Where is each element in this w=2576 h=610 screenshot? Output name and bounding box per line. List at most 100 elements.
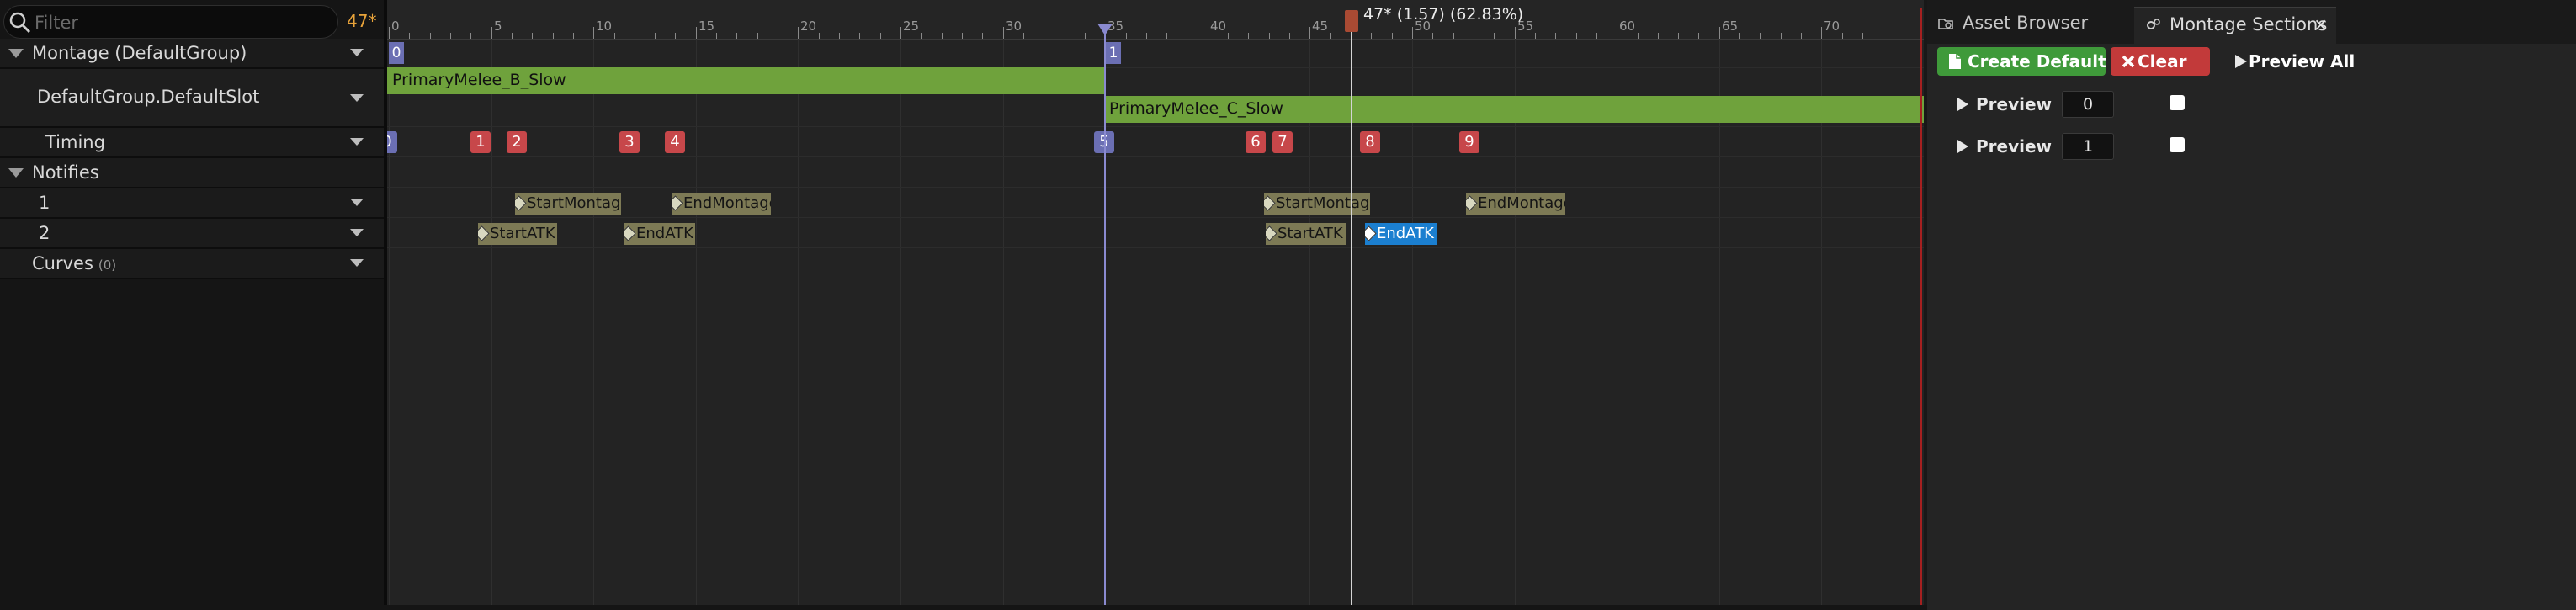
track-label: 2 — [39, 223, 50, 243]
horizontal-scrollbar[interactable] — [0, 605, 1927, 610]
track-notify-1[interactable]: 1 — [0, 188, 384, 219]
ruler-major-tick — [389, 27, 390, 39]
ruler-minor-tick — [1801, 33, 1802, 39]
time-ruler[interactable]: 0 5 10 15 20 25 30 35 40 45 50 55 60 65 70 — [387, 0, 1924, 40]
ruler-minor-tick — [859, 33, 860, 39]
track-notify-2[interactable]: 2 — [0, 219, 384, 249]
dropdown-arrow-icon[interactable] — [350, 229, 364, 236]
section-index-field[interactable]: 0 — [2062, 91, 2114, 118]
timing-marker[interactable]: 1 — [470, 131, 491, 153]
montage-segment[interactable]: PrimaryMelee_B_Slow — [387, 67, 1104, 94]
ruler-minor-tick — [1453, 33, 1454, 39]
section-marker[interactable]: 0 — [389, 42, 404, 64]
row-band — [387, 156, 1924, 188]
ruler-minor-tick — [1760, 33, 1761, 39]
track-montage-group[interactable]: Montage (DefaultGroup) — [0, 39, 384, 69]
track-label: Curves (0) — [32, 253, 116, 273]
dropdown-arrow-icon[interactable] — [350, 49, 364, 56]
ruler-minor-tick — [982, 33, 983, 39]
timing-marker[interactable]: 3 — [619, 131, 640, 153]
notify-end-atk[interactable]: EndATK — [624, 223, 695, 245]
ruler-minor-tick — [1535, 33, 1536, 39]
track-curves[interactable]: Curves (0) — [0, 249, 384, 279]
tab-montage-sections[interactable]: Montage Sections × — [2134, 7, 2336, 44]
timing-marker[interactable]: 7 — [1272, 131, 1293, 153]
notify-start-montage[interactable]: StartMontage — [515, 193, 621, 215]
clear-button[interactable]: Clear — [2111, 47, 2210, 76]
notify-diamond-icon — [478, 225, 490, 241]
ruler-minor-tick — [430, 33, 431, 39]
dropdown-arrow-icon[interactable] — [350, 94, 364, 102]
notify-label: StartATK — [1277, 225, 1343, 242]
timing-marker[interactable]: 6 — [1246, 131, 1266, 153]
notify-label: EndATK — [1377, 225, 1434, 242]
ruler-minor-tick — [1678, 33, 1679, 39]
track-default-slot[interactable]: DefaultGroup.DefaultSlot — [0, 69, 384, 128]
row-band — [387, 126, 1924, 157]
ruler-minor-tick — [655, 33, 656, 39]
playhead-label: 47* (1.57) (62.83%) — [1363, 5, 1524, 24]
playhead-line[interactable] — [1351, 10, 1352, 610]
notify-diamond-icon — [1365, 225, 1377, 241]
ruler-major-tick — [1719, 27, 1720, 39]
track-timing[interactable]: Timing — [0, 128, 384, 158]
tab-asset-browser[interactable]: Asset Browser — [1927, 7, 2131, 44]
ruler-minor-tick — [1023, 33, 1024, 39]
preview-all-button[interactable]: Preview All — [2230, 47, 2355, 76]
ruler-label: 0 — [391, 19, 400, 34]
current-frame-indicator: 47* — [347, 11, 377, 31]
notify-diamond-icon — [624, 225, 636, 241]
preview-button[interactable]: Preview — [1957, 131, 2052, 162]
track-notifies[interactable]: Notifies — [0, 158, 384, 188]
montage-segment[interactable]: PrimaryMelee_C_Slow — [1104, 96, 1924, 123]
notify-start-atk[interactable]: StartATK — [478, 223, 557, 245]
playhead-handle[interactable] — [1345, 10, 1358, 32]
ruler-label: 70 — [1824, 19, 1840, 34]
ruler-major-tick — [1412, 27, 1413, 39]
ruler-minor-tick — [470, 33, 471, 39]
close-tab-icon[interactable]: × — [2313, 8, 2328, 40]
ruler-minor-tick — [757, 33, 758, 39]
ruler-minor-tick — [512, 33, 513, 39]
track-label: 1 — [39, 193, 50, 213]
dropdown-arrow-icon[interactable] — [350, 138, 364, 146]
timing-marker[interactable]: 2 — [507, 131, 527, 153]
play-icon — [1957, 140, 1968, 153]
timing-marker[interactable]: 4 — [665, 131, 685, 153]
ruler-minor-tick — [675, 33, 676, 39]
checkbox-icon[interactable] — [2170, 137, 2185, 152]
collapse-arrow-icon[interactable] — [8, 49, 24, 58]
dropdown-arrow-icon[interactable] — [350, 199, 364, 206]
collapse-arrow-icon[interactable] — [8, 168, 24, 178]
timing-marker[interactable]: 9 — [1459, 131, 1479, 153]
notify-end-montage[interactable]: EndMontage — [672, 193, 771, 215]
ruler-minor-tick — [1638, 33, 1639, 39]
notify-start-atk[interactable]: StartATK — [1266, 223, 1346, 245]
checkbox-icon[interactable] — [2170, 95, 2185, 110]
row-band — [387, 39, 1924, 68]
notify-end-montage[interactable]: EndMontage — [1466, 193, 1565, 215]
track-label: Notifies — [32, 162, 99, 183]
curves-label: Curves — [32, 253, 93, 273]
gear-icon — [2147, 19, 2160, 29]
notify-label: StartATK — [490, 225, 555, 242]
filter-search-box[interactable]: Filter — [3, 5, 338, 39]
ruler-label: 25 — [903, 19, 920, 34]
ruler-major-tick — [798, 27, 799, 39]
section-marker[interactable]: 1 — [1106, 42, 1121, 64]
timing-marker[interactable]: 0 — [387, 131, 397, 153]
timeline-area[interactable]: 0 5 10 15 20 25 30 35 40 45 50 55 60 65 70 0 1 Primary… — [387, 0, 1924, 610]
ruler-major-tick — [593, 27, 594, 39]
dropdown-arrow-icon[interactable] — [350, 259, 364, 267]
ruler-major-tick — [491, 27, 492, 39]
play-icon — [1957, 98, 1968, 111]
section-index-field[interactable]: 1 — [2062, 133, 2114, 160]
notify-start-montage[interactable]: StartMontage — [1264, 193, 1370, 215]
preview-button[interactable]: Preview — [1957, 89, 2052, 119]
tab-label: Montage Sections — [2170, 14, 2328, 34]
create-default-button[interactable]: Create Default — [1937, 47, 2106, 76]
ruler-label: 5 — [494, 19, 502, 34]
timing-marker[interactable]: 8 — [1360, 131, 1380, 153]
notify-end-atk-selected[interactable]: EndATK — [1365, 223, 1437, 245]
notify-label: StartMontage — [1276, 194, 1370, 212]
